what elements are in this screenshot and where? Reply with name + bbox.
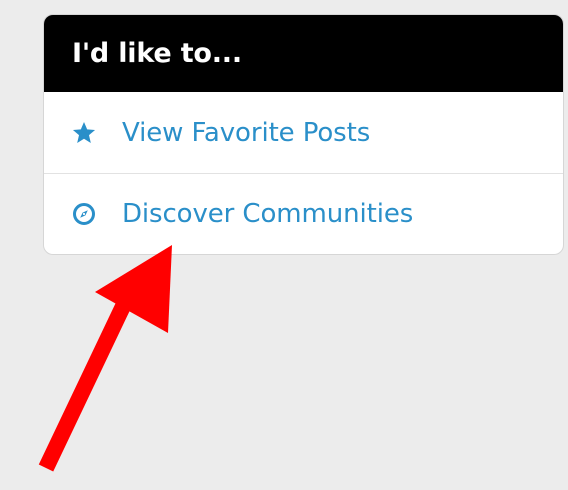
- red-arrow-annotation: [38, 245, 172, 472]
